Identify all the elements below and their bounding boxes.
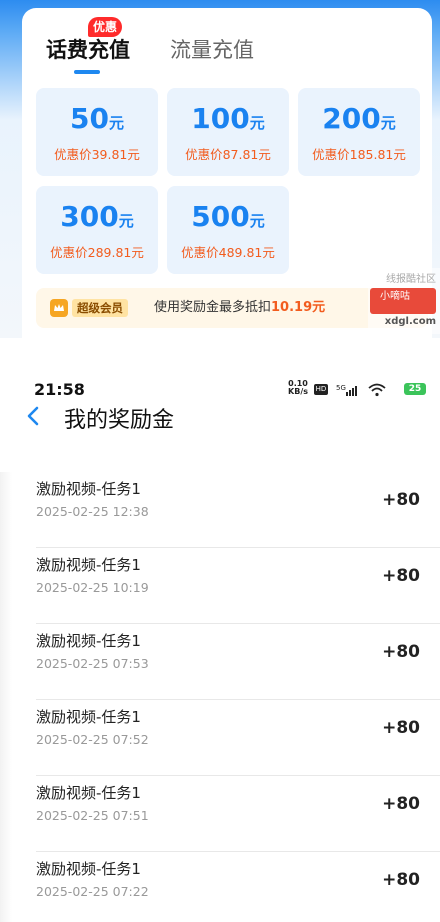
amount-option-300[interactable]: 300元 优惠价289.81元 [36,186,158,274]
amount-value: 300 [60,200,119,233]
battery-icon: 25 [404,383,426,395]
reward-points: +80 [382,718,420,738]
amount-unit: 元 [249,114,265,132]
amount-price: 优惠价185.81元 [312,147,406,162]
amount-price: 优惠价87.81元 [185,147,271,162]
watermark: 线报酷社区 小嘀咕 xdgl.com [368,268,440,334]
reward-points: +80 [382,490,420,510]
amount-price: 优惠价39.81元 [54,147,140,162]
reward-time: 2025-02-25 07:52 [36,732,149,747]
watermark-logo-text: 小嘀咕 [380,291,410,302]
amount-value: 100 [191,102,250,135]
amount-unit: 元 [108,114,124,132]
promo-badge: 优惠 [88,17,123,37]
list-item[interactable]: 激励视频-任务1 2025-02-25 07:52 +80 [0,700,440,776]
member-tag: 超级会员 [72,299,128,317]
amount-unit: 元 [118,212,134,230]
member-discount-amount: 10.19元 [271,300,326,315]
watermark-text: 线报酷社区 [386,274,436,285]
reward-list: 激励视频-任务1 2025-02-25 12:38 +80 激励视频-任务1 2… [0,472,440,922]
reward-title: 激励视频-任务1 [36,784,141,802]
list-item[interactable]: 激励视频-任务1 2025-02-25 07:22 +80 [0,852,440,922]
reward-time: 2025-02-25 07:51 [36,808,149,823]
hd-icon: HD [314,384,328,395]
amount-unit: 元 [380,114,396,132]
amount-value: 500 [191,200,250,233]
active-tab-indicator [74,70,100,74]
reward-time: 2025-02-25 10:19 [36,580,149,595]
reward-title: 激励视频-任务1 [36,632,141,650]
reward-points: +80 [382,566,420,586]
back-arrow-icon[interactable] [22,404,46,428]
reward-title: 激励视频-任务1 [36,708,141,726]
amount-unit: 元 [249,212,265,230]
page-title: 我的奖励金 [64,408,175,433]
list-item[interactable]: 激励视频-任务1 2025-02-25 07:53 +80 [0,624,440,700]
list-item[interactable]: 激励视频-任务1 2025-02-25 12:38 +80 [0,472,440,548]
list-item[interactable]: 激励视频-任务1 2025-02-25 10:19 +80 [0,548,440,624]
list-item[interactable]: 激励视频-任务1 2025-02-25 07:51 +80 [0,776,440,852]
crown-icon [50,299,68,317]
reward-points: +80 [382,642,420,662]
amount-option-50[interactable]: 50元 优惠价39.81元 [36,88,158,176]
watermark-logo: 小嘀咕 [370,288,436,314]
reward-time: 2025-02-25 07:22 [36,884,149,899]
tab-data-recharge[interactable]: 流量充值 [170,34,254,64]
svg-text:5G: 5G [336,384,346,392]
nav-bar: 我的奖励金 [0,396,440,436]
reward-title: 激励视频-任务1 [36,556,141,574]
recharge-screenshot: 话费充值 优惠 流量充值 50元 优惠价39.81元 100元 优惠价87.81… [0,0,440,338]
reward-title: 激励视频-任务1 [36,860,141,878]
amount-option-100[interactable]: 100元 优惠价87.81元 [167,88,289,176]
amount-option-200[interactable]: 200元 优惠价185.81元 [298,88,420,176]
amount-price: 优惠价289.81元 [50,245,144,260]
amount-value: 50 [70,102,109,135]
network-speed: 0.10 KB/s [288,379,308,396]
reward-screenshot: 21:58 0.10 KB/s HD 5G 25 我的奖励金 激励视频-任务1 … [0,338,440,922]
amount-option-500[interactable]: 500元 优惠价489.81元 [167,186,289,274]
reward-points: +80 [382,794,420,814]
member-text: 使用奖励金最多抵扣 [154,300,272,315]
amount-price: 优惠价489.81元 [181,245,275,260]
watermark-site: xdgl.com [384,316,436,327]
recharge-tabs: 话费充值 优惠 流量充值 [22,8,432,78]
tab-phone-recharge[interactable]: 话费充值 [46,34,130,64]
reward-time: 2025-02-25 12:38 [36,504,149,519]
reward-time: 2025-02-25 07:53 [36,656,149,671]
reward-points: +80 [382,870,420,890]
reward-title: 激励视频-任务1 [36,480,141,498]
amount-value: 200 [322,102,381,135]
